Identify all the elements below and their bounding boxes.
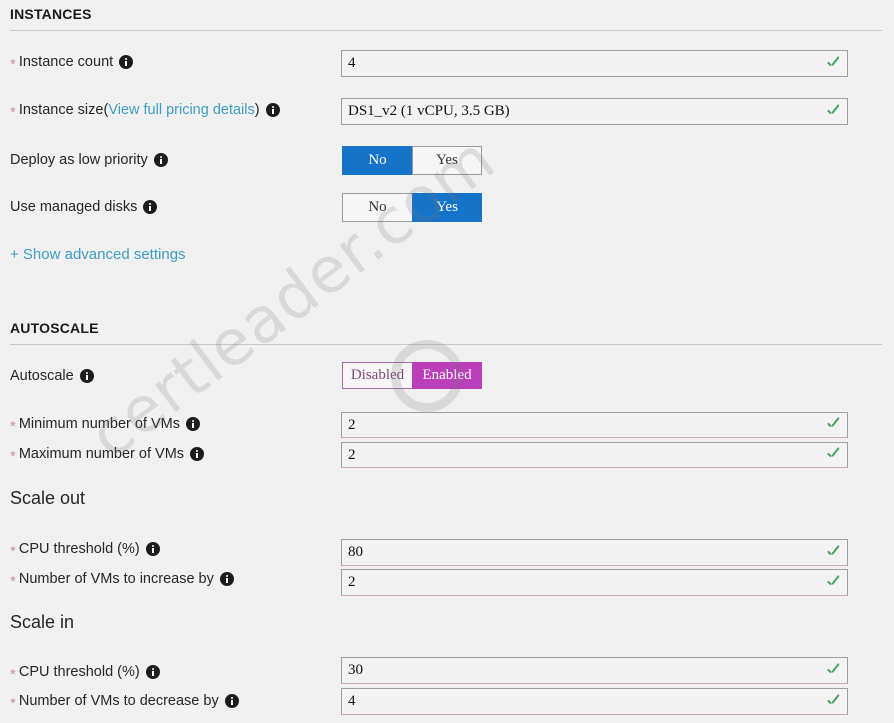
paren-close: ) <box>254 102 260 118</box>
label-number-of-vms-to-decrease-by: * Number of VMs to decrease by <box>10 693 239 712</box>
label-autoscale: Autoscale <box>10 368 94 384</box>
sub-heading-scale-out: Scale out <box>10 488 86 508</box>
label-use-managed-disks: Use managed disks <box>10 199 158 215</box>
toggle-option-yes[interactable]: Yes <box>412 146 482 175</box>
label-instance-count: * Instance count <box>10 54 134 73</box>
label-minimum-number-of-vms: * Minimum number of VMs <box>10 416 200 435</box>
input-number-of-vms-to-increase-by[interactable]: 2 <box>341 569 848 596</box>
label-maximum-number-of-vms-text: Maximum number of VMs <box>18 446 185 462</box>
toggle-autoscale[interactable]: Disabled Enabled <box>342 362 482 389</box>
toggle-option-enabled[interactable]: Enabled <box>412 362 482 389</box>
input-number-of-vms-to-decrease-by[interactable]: 4 <box>341 688 848 715</box>
info-icon[interactable] <box>186 417 200 431</box>
required-asterisk: * <box>10 665 16 683</box>
label-number-of-vms-to-increase-by-text: Number of VMs to increase by <box>18 571 214 587</box>
info-icon[interactable] <box>143 200 158 214</box>
info-icon[interactable] <box>79 369 94 383</box>
validation-check-icon <box>825 694 841 710</box>
input-number-of-vms-to-decrease-by-value: 4 <box>348 693 356 709</box>
toggle-option-yes[interactable]: Yes <box>412 193 482 222</box>
toggle-deploy-low-priority[interactable]: No Yes <box>342 146 482 175</box>
toggle-option-disabled[interactable]: Disabled <box>342 362 412 389</box>
info-icon[interactable] <box>119 55 134 69</box>
input-instance-count[interactable]: 4 <box>341 50 848 77</box>
label-instance-size-text: Instance size <box>18 102 104 118</box>
info-icon[interactable] <box>224 694 239 708</box>
label-scale-in-cpu-threshold: * CPU threshold (%) <box>10 664 160 683</box>
label-scale-out-cpu-threshold: * CPU threshold (%) <box>10 541 160 560</box>
validation-check-icon <box>825 447 841 463</box>
info-icon[interactable] <box>145 665 160 679</box>
required-asterisk: * <box>10 694 16 712</box>
info-icon[interactable] <box>265 103 280 117</box>
toggle-use-managed-disks[interactable]: No Yes <box>342 193 482 222</box>
section-divider-autoscale <box>10 344 882 345</box>
validation-check-icon <box>825 417 841 433</box>
info-icon[interactable] <box>153 153 168 167</box>
input-instance-size-value: DS1_v2 (1 vCPU, 3.5 GB) <box>348 103 510 119</box>
input-scale-in-cpu-threshold[interactable]: 30 <box>341 657 848 684</box>
azure-vmss-settings-pane: INSTANCES * Instance count 4 * Instance … <box>0 0 894 723</box>
toggle-option-no[interactable]: No <box>342 193 412 222</box>
input-maximum-number-of-vms[interactable]: 2 <box>341 442 848 468</box>
label-scale-out-cpu-threshold-text: CPU threshold (%) <box>18 541 140 557</box>
label-deploy-low-priority: Deploy as low priority <box>10 152 168 168</box>
validation-check-icon <box>825 575 841 591</box>
label-maximum-number-of-vms: * Maximum number of VMs <box>10 446 205 465</box>
validation-check-icon <box>825 545 841 561</box>
validation-check-icon <box>825 663 841 679</box>
required-asterisk: * <box>10 572 16 590</box>
label-deploy-low-priority-text: Deploy as low priority <box>10 152 148 168</box>
label-number-of-vms-to-increase-by: * Number of VMs to increase by <box>10 571 234 590</box>
required-asterisk: * <box>10 417 16 435</box>
label-instance-size: * Instance size (View full pricing detai… <box>10 102 280 121</box>
label-minimum-number-of-vms-text: Minimum number of VMs <box>18 416 180 432</box>
label-scale-in-cpu-threshold-text: CPU threshold (%) <box>18 664 140 680</box>
label-autoscale-text: Autoscale <box>10 368 74 384</box>
required-asterisk: * <box>10 542 16 560</box>
info-icon[interactable] <box>190 447 205 461</box>
label-use-managed-disks-text: Use managed disks <box>10 199 138 215</box>
input-number-of-vms-to-increase-by-value: 2 <box>348 574 356 590</box>
required-asterisk: * <box>10 447 16 465</box>
input-scale-out-cpu-threshold[interactable]: 80 <box>341 539 848 566</box>
info-icon[interactable] <box>145 542 160 556</box>
input-scale-in-cpu-threshold-value: 30 <box>348 662 363 678</box>
input-scale-out-cpu-threshold-value: 80 <box>348 544 363 560</box>
sub-heading-scale-in: Scale in <box>10 612 75 632</box>
link-show-advanced-settings[interactable]: + Show advanced settings <box>10 246 186 263</box>
info-icon[interactable] <box>219 572 234 586</box>
required-asterisk: * <box>10 55 16 73</box>
input-minimum-number-of-vms-value: 2 <box>348 416 356 433</box>
toggle-option-no[interactable]: No <box>342 146 412 175</box>
required-asterisk: * <box>10 103 16 121</box>
validation-check-icon <box>825 56 841 72</box>
input-maximum-number-of-vms-value: 2 <box>348 446 356 463</box>
label-number-of-vms-to-decrease-by-text: Number of VMs to decrease by <box>18 693 219 709</box>
input-minimum-number-of-vms[interactable]: 2 <box>341 412 848 438</box>
input-instance-size[interactable]: DS1_v2 (1 vCPU, 3.5 GB) <box>341 98 848 125</box>
section-header-instances: INSTANCES <box>10 6 92 22</box>
input-instance-count-value: 4 <box>348 55 356 71</box>
section-divider-instances <box>10 30 882 31</box>
validation-check-icon <box>825 104 841 120</box>
label-instance-count-text: Instance count <box>18 54 114 70</box>
section-header-autoscale: AUTOSCALE <box>10 320 99 336</box>
link-view-full-pricing-details[interactable]: View full pricing details <box>108 102 254 118</box>
